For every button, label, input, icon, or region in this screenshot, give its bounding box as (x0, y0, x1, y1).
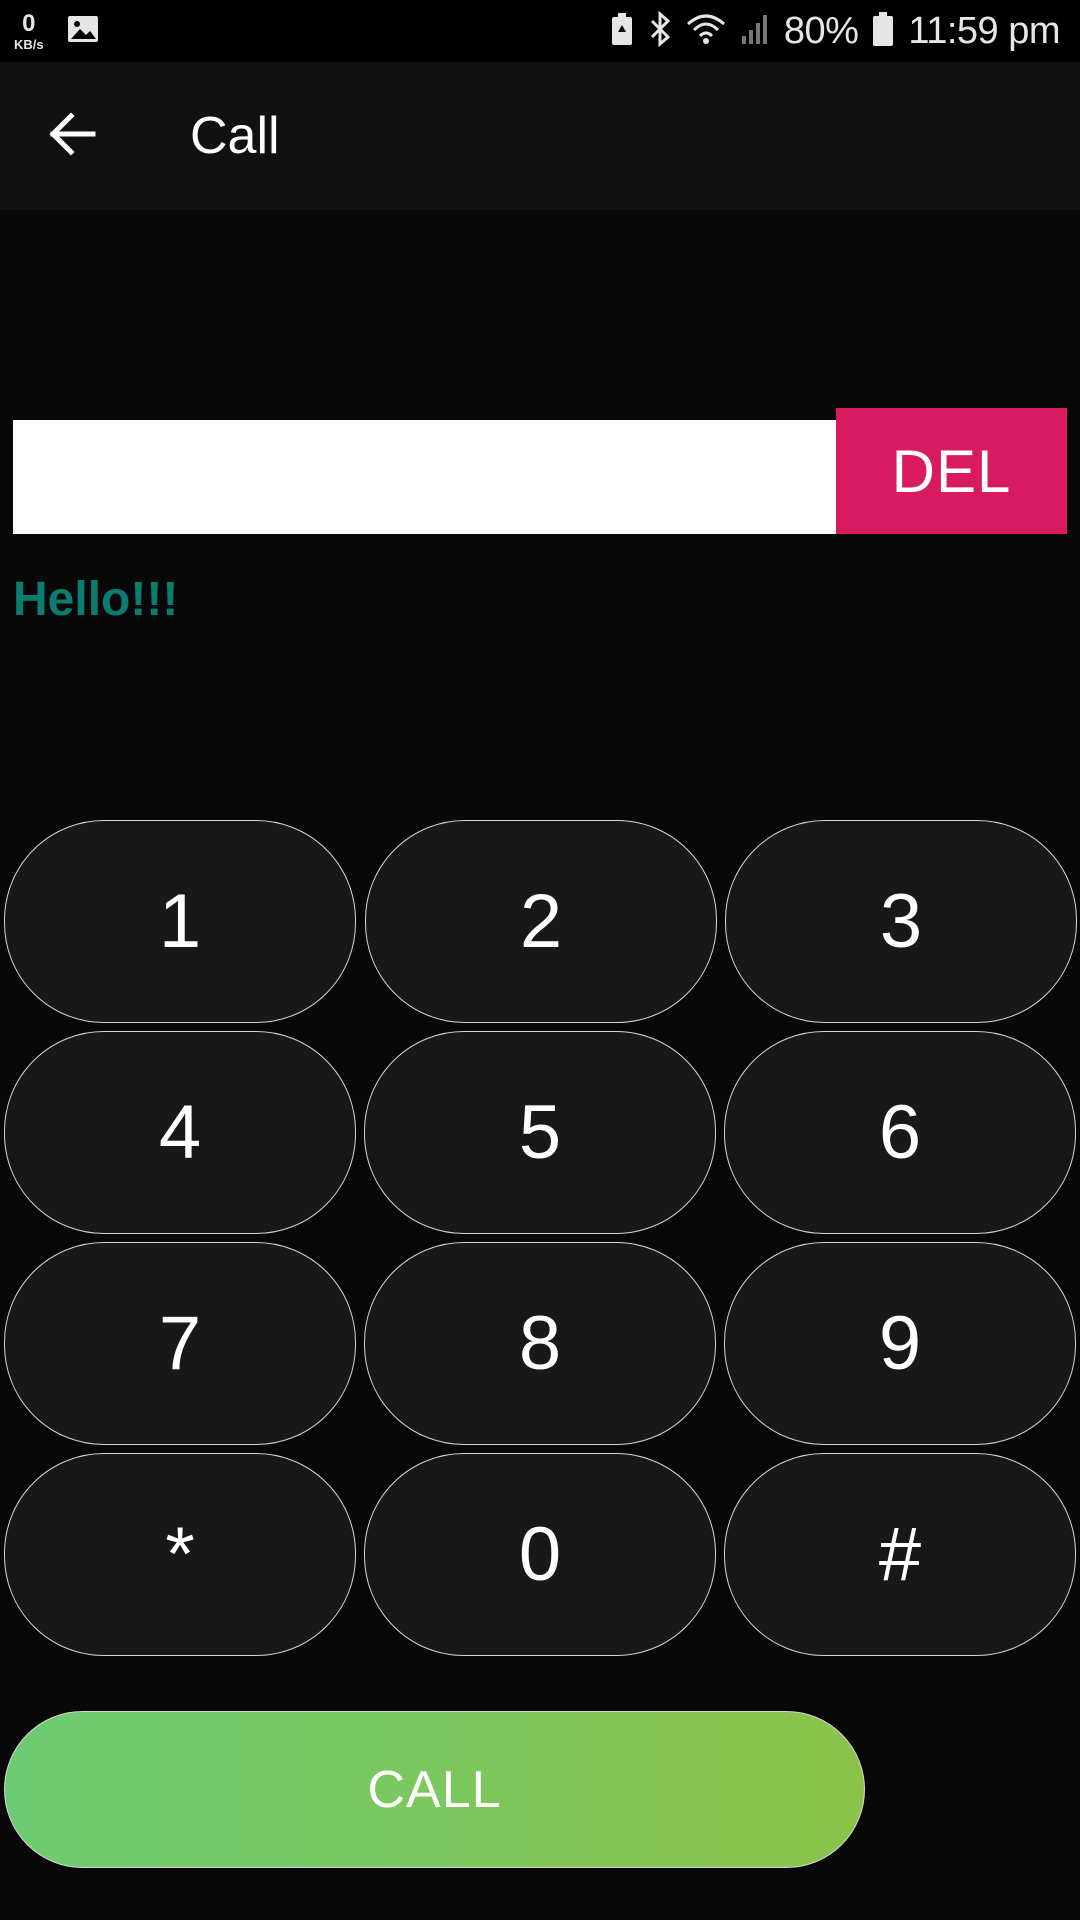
arrow-left-icon (47, 111, 97, 161)
clock: 11:59 pm (908, 9, 1060, 52)
bluetooth-icon (648, 10, 672, 52)
battery-saver-icon (610, 12, 634, 51)
phone-number-input[interactable] (13, 420, 836, 534)
battery-icon (872, 11, 894, 52)
key-5[interactable]: 5 (364, 1031, 716, 1234)
key-6[interactable]: 6 (724, 1031, 1076, 1234)
key-9[interactable]: 9 (724, 1242, 1076, 1445)
status-bar-left: 0 KB/s (14, 8, 100, 54)
delete-button[interactable]: DEL (836, 408, 1067, 534)
signal-icon (740, 12, 770, 51)
wifi-icon (686, 12, 726, 51)
key-7[interactable]: 7 (4, 1242, 356, 1445)
key-0[interactable]: 0 (364, 1453, 716, 1656)
status-bar-right: 80% 11:59 pm (610, 0, 1060, 62)
back-button[interactable] (38, 102, 106, 170)
network-speed-unit: KB/s (14, 36, 44, 52)
app-bar: Call (0, 62, 1080, 210)
key-8[interactable]: 8 (364, 1242, 716, 1445)
key-star[interactable]: * (4, 1453, 356, 1656)
network-speed-value: 0 (22, 9, 36, 37)
key-4[interactable]: 4 (4, 1031, 356, 1234)
network-speed: 0 KB/s (14, 9, 44, 52)
key-hash[interactable]: # (724, 1453, 1076, 1656)
page-title: Call (190, 107, 280, 165)
call-button[interactable]: CALL (4, 1711, 865, 1868)
battery-percent: 80% (783, 9, 859, 52)
gallery-notification-icon (66, 12, 100, 51)
greeting-text: Hello!!! (13, 573, 179, 626)
key-2[interactable]: 2 (365, 820, 717, 1023)
key-3[interactable]: 3 (725, 820, 1077, 1023)
key-1[interactable]: 1 (4, 820, 356, 1023)
status-bar: 0 KB/s 80% 11:59 pm (0, 0, 1080, 62)
